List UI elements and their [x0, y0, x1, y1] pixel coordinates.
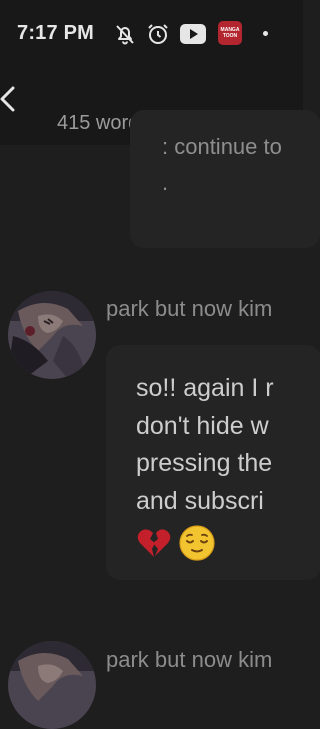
app-badge-line2: TOON — [222, 33, 238, 39]
dot-icon — [263, 31, 268, 36]
author-name[interactable]: park but now kim — [106, 296, 272, 322]
status-time: 7:17 PM — [17, 22, 94, 44]
bell-off-icon — [113, 22, 137, 51]
avatar[interactable] — [8, 291, 96, 379]
back-button[interactable] — [0, 84, 22, 114]
alarm-icon — [146, 22, 170, 51]
author-name[interactable]: park but now kim — [106, 647, 272, 673]
mangatoon-app-icon: MANGA TOON — [218, 21, 242, 45]
broken-heart-emoji — [136, 525, 172, 566]
comment-text: so!! again I r don't hide w pressing the… — [136, 370, 274, 520]
relieved-face-emoji — [179, 525, 216, 566]
chevron-left-icon — [0, 86, 15, 112]
comment-text: . — [162, 170, 169, 195]
youtube-icon — [180, 24, 206, 49]
avatar[interactable] — [8, 641, 96, 729]
comment-line: so!! again I r — [136, 374, 274, 402]
comment-text: : continue to — [162, 134, 282, 159]
comment-line: and subscri — [136, 486, 264, 515]
emoji-row — [136, 525, 218, 566]
comment-bubble — [130, 110, 320, 248]
comment-line: pressing the — [136, 449, 273, 477]
comment-line: don't hide w — [136, 411, 269, 440]
